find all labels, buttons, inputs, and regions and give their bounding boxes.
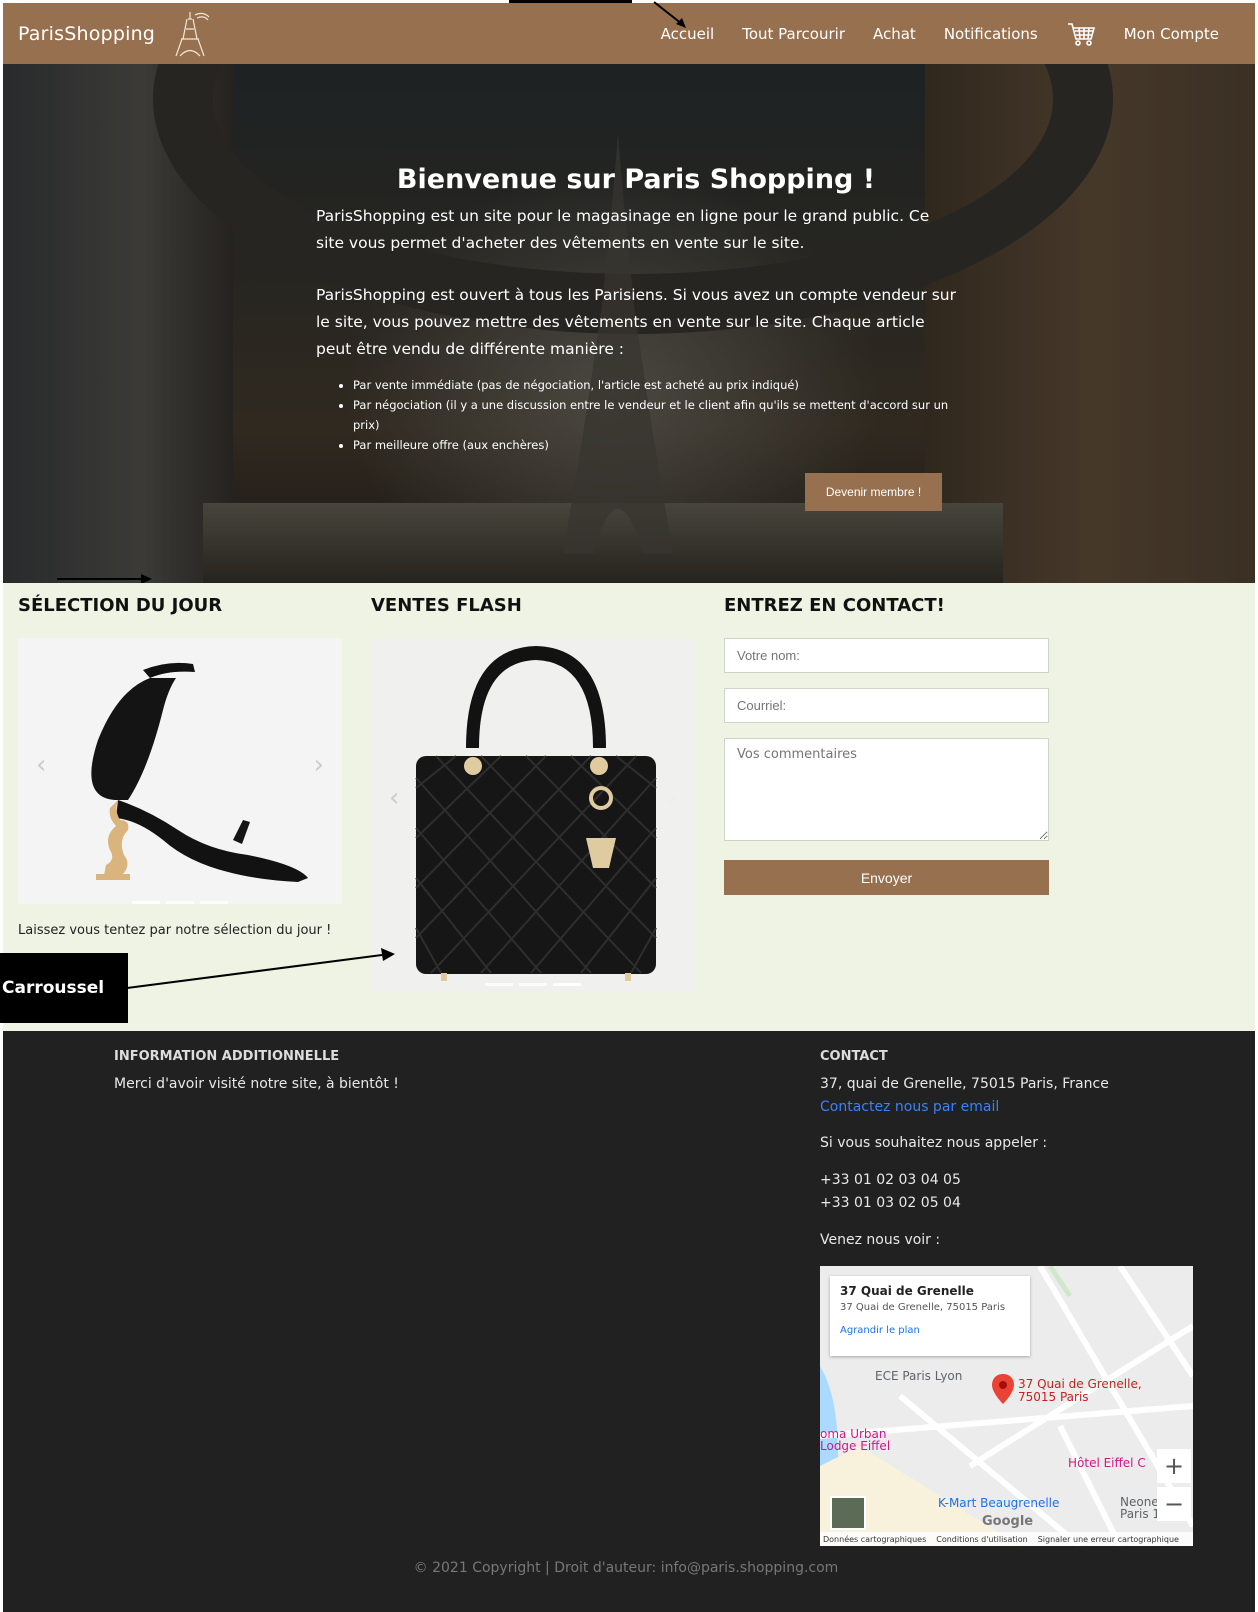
map-poi-hotel: oma Urban Lodge Eiffel [820,1428,890,1452]
map-card-subtitle: 37 Quai de Grenelle, 75015 Paris [840,1302,1006,1313]
cart-icon[interactable] [1066,20,1096,48]
map-pin-label: 37 Quai de Grenelle, 75015 Paris [1018,1378,1142,1404]
google-map[interactable]: 37 Quai de Grenelle 37 Quai de Grenelle,… [820,1266,1193,1546]
hero-banner: Bienvenue sur Paris Shopping ! ParisShop… [3,64,1255,583]
top-navbar: ParisShopping Accueil Tout Parcourir Ach… [3,3,1255,64]
selection-title: SÉLECTION DU JOUR [18,595,223,616]
map-pin-icon[interactable] [992,1374,1014,1404]
nav-notifications[interactable]: Notifications [944,25,1038,43]
map-pin-label-line: 75015 Paris [1018,1390,1089,1404]
selection-caption: Laissez vous tentez par notre sélection … [18,923,332,938]
sale-modes-list: Par vente immédiate (pas de négociation,… [353,375,956,455]
carousel-dot[interactable] [166,901,194,904]
footer-contact-title: CONTACT [820,1049,888,1064]
handbag-image [415,646,657,981]
brand-name[interactable]: ParisShopping [18,23,155,45]
carousel-indicators [132,901,228,904]
carousel-next-icon[interactable]: › [314,750,324,780]
footer-address: 37, quai de Grenelle, 75015 Paris, Franc… [820,1076,1109,1092]
footer-info-title: INFORMATION ADDITIONNELLE [114,1049,340,1064]
map-footer: Données cartographiques Conditions d'uti… [820,1532,1193,1546]
footer-phone-2: +33 01 03 02 05 04 [820,1195,961,1211]
email-contact-link[interactable]: Contactez nous par email [820,1099,999,1115]
carousel-dot[interactable] [132,901,160,904]
carousel-prev-icon[interactable]: ‹ [389,783,399,813]
carousel-indicators [485,983,581,986]
map-terms-link[interactable]: Conditions d'utilisation [936,1535,1027,1544]
heel-shoe-image [91,662,308,882]
hero-paragraph-2: ParisShopping est ouvert à tous les Pari… [316,286,956,358]
list-item: Par meilleure offre (aux enchères) [353,435,956,455]
map-data-link[interactable]: Données cartographiques [823,1535,926,1544]
enlarge-map-link[interactable]: Agrandir le plan [840,1325,1020,1336]
satellite-toggle-icon[interactable] [830,1496,866,1530]
nav-achat[interactable]: Achat [873,25,916,43]
carousel-dot[interactable] [200,901,228,904]
carousel-dot[interactable] [485,983,513,986]
carousel-annotation-label: Carroussel [0,953,128,1023]
carousel-dot[interactable] [519,983,547,986]
eiffel-tower-logo-icon [175,12,210,57]
list-item: Par négociation (il y a une discussion e… [353,395,956,435]
nav-links: Accueil Tout Parcourir Achat Notificatio… [647,3,1255,64]
list-item: Par vente immédiate (pas de négociation,… [353,375,956,395]
map-poi-hotel-eiffel: Hôtel Eiffel C [1068,1456,1146,1470]
carousel-next-icon[interactable]: › [667,783,677,813]
send-button[interactable]: Envoyer [724,860,1049,895]
map-poi-ece: ECE Paris Lyon [875,1369,963,1383]
carousel-dot[interactable] [553,983,581,986]
google-logo: Google [982,1514,1034,1529]
copyright-text: © 2021 Copyright | Droit d'auteur: info@… [413,1560,839,1576]
hero-paragraph-1: ParisShopping est un site pour le magasi… [316,207,930,252]
footer-call-text: Si vous souhaitez nous appeler : [820,1135,1048,1151]
annotation-top-box [509,0,632,3]
comments-field[interactable] [724,738,1049,841]
join-button[interactable]: Devenir membre ! [805,473,942,511]
hero-content: Bienvenue sur Paris Shopping ! ParisShop… [316,164,956,455]
footer-visit-text: Venez nous voir : [820,1232,941,1248]
map-card-title: 37 Quai de Grenelle [840,1284,974,1298]
zoom-in-icon[interactable]: + [1157,1449,1191,1483]
name-field[interactable] [724,638,1049,673]
annotation-arrow-icon [127,948,395,989]
carousel-prev-icon[interactable]: ‹ [36,750,46,780]
contact-form-title: ENTREZ EN CONTACT! [724,595,945,616]
nav-mon-compte[interactable]: Mon Compte [1124,25,1219,43]
map-poi-kmart: K-Mart Beaugrenelle [938,1496,1060,1510]
selection-carousel[interactable]: ‹ › [18,638,342,904]
annotation-arrow-icon [653,1,686,28]
map-info-card: 37 Quai de Grenelle 37 Quai de Grenelle,… [830,1276,1030,1356]
email-field[interactable] [724,688,1049,723]
zoom-out-icon[interactable]: − [1157,1487,1191,1521]
flash-carousel[interactable]: ‹ › [371,638,695,992]
footer-phone-1: +33 01 02 03 04 05 [820,1172,961,1188]
flash-title: VENTES FLASH [371,595,522,616]
map-poi-line: Lodge Eiffel [820,1439,891,1453]
hero-title: Bienvenue sur Paris Shopping ! [396,164,876,195]
footer-info-text: Merci d'avoir visité notre site, à bient… [114,1076,399,1092]
nav-tout-parcourir[interactable]: Tout Parcourir [742,25,845,43]
map-report-link[interactable]: Signaler une erreur cartographique [1038,1535,1179,1544]
